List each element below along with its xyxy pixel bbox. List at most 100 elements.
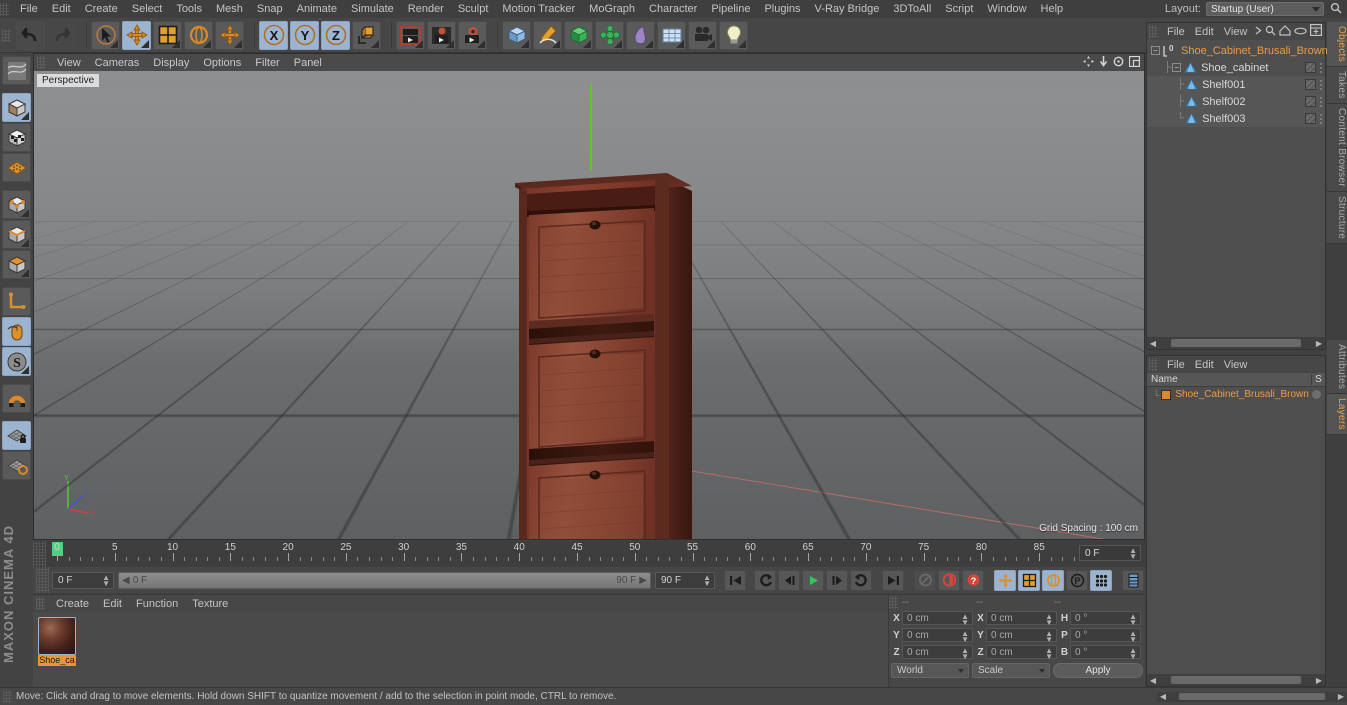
- menu-select[interactable]: Select: [125, 0, 170, 18]
- layer-row[interactable]: └ Shoe_Cabinet_Brusali_Brown: [1147, 387, 1325, 402]
- layer-manager-body[interactable]: └ Shoe_Cabinet_Brusali_Brown: [1147, 387, 1325, 674]
- visibility-dots-icon[interactable]: [1319, 79, 1323, 90]
- workplane-lock-button[interactable]: [2, 421, 31, 450]
- coord-input-size-z[interactable]: 0 cm ▲ ▼: [986, 645, 1057, 659]
- coord-input-size-x[interactable]: 0 cm ▲ ▼: [986, 611, 1057, 625]
- layer-manager-hscrollbar[interactable]: ◀ ▶: [1147, 674, 1325, 686]
- record-scale-button[interactable]: [1018, 570, 1040, 591]
- rotate-tool[interactable]: [184, 21, 213, 50]
- step-back-button[interactable]: [778, 570, 800, 591]
- magnet-snap-button[interactable]: [2, 384, 31, 413]
- more-icon[interactable]: [1255, 26, 1262, 38]
- add-deformer-button[interactable]: [595, 21, 624, 50]
- play-button[interactable]: [802, 570, 824, 591]
- pan-icon[interactable]: [1083, 56, 1094, 70]
- go-to-end-button[interactable]: [882, 570, 904, 591]
- layer-menu-edit[interactable]: Edit: [1190, 356, 1219, 374]
- next-keyframe-button[interactable]: [850, 570, 872, 591]
- stepper-icon[interactable]: ▲ ▼: [1045, 631, 1053, 643]
- layer-color-swatch[interactable]: [1161, 390, 1171, 400]
- edge-mode-button[interactable]: [2, 220, 31, 249]
- zoom-icon[interactable]: [1099, 56, 1108, 70]
- coordinate-system-dropdown[interactable]: World: [891, 663, 969, 678]
- stepper-icon[interactable]: ▲ ▼: [703, 575, 711, 587]
- vtab-takes[interactable]: Takes: [1327, 67, 1347, 104]
- start-frame-field[interactable]: 0 F ▲ ▼: [52, 572, 114, 589]
- layer-manager-gripper[interactable]: [1149, 358, 1158, 371]
- material-menu-texture[interactable]: Texture: [185, 595, 235, 613]
- point-mode-button[interactable]: [2, 190, 31, 219]
- timeline-current-frame-field[interactable]: 0 F ▲ ▼: [1079, 545, 1141, 561]
- add-floor-button[interactable]: [657, 21, 686, 50]
- empty-tag-icon[interactable]: [1305, 79, 1316, 90]
- material-menu-edit[interactable]: Edit: [96, 595, 129, 613]
- scroll-right-icon[interactable]: ▶: [1313, 339, 1325, 348]
- apply-button[interactable]: Apply: [1053, 663, 1143, 678]
- timeline-ruler[interactable]: 051015202530354045505560657075808590: [46, 541, 1076, 567]
- stepper-icon[interactable]: ▲ ▼: [1045, 648, 1053, 660]
- axis-modification-tool[interactable]: [2, 287, 31, 316]
- object-tree-row[interactable]: ├ Shelf002: [1147, 93, 1325, 110]
- vtab-attributes[interactable]: Attributes: [1327, 340, 1347, 394]
- scroll-left-icon[interactable]: ◀: [1147, 676, 1159, 685]
- scrollbar-thumb[interactable]: [1171, 339, 1301, 347]
- record-active-objects-button[interactable]: [914, 570, 936, 591]
- viewport-menu-filter[interactable]: Filter: [248, 54, 286, 72]
- viewport-menu-cameras[interactable]: Cameras: [88, 54, 147, 72]
- redo-button[interactable]: [47, 21, 76, 50]
- stepper-icon[interactable]: ▲ ▼: [961, 648, 969, 660]
- polygon-mode-button[interactable]: [2, 250, 31, 279]
- object-menu-view[interactable]: View: [1219, 23, 1253, 41]
- menubar-gripper[interactable]: [0, 3, 9, 16]
- scroll-left-icon[interactable]: ◀: [1147, 339, 1159, 348]
- object-tree-row[interactable]: └ Shelf003: [1147, 110, 1325, 127]
- status-gripper[interactable]: [3, 690, 12, 703]
- visibility-dots-icon[interactable]: [1319, 96, 1323, 107]
- record-pla-button[interactable]: P: [1066, 570, 1088, 591]
- tree-expander-toggle[interactable]: −: [1151, 46, 1160, 55]
- empty-tag-icon[interactable]: [1305, 62, 1316, 73]
- coord-input-size-y[interactable]: 0 cm ▲ ▼: [986, 628, 1057, 642]
- transport-gripper[interactable]: [36, 567, 49, 593]
- timeline-toggle-button[interactable]: [1122, 570, 1144, 591]
- menu-sculpt[interactable]: Sculpt: [451, 0, 496, 18]
- object-tree-row[interactable]: ├ Shelf001: [1147, 76, 1325, 93]
- menu-motion-tracker[interactable]: Motion Tracker: [495, 0, 582, 18]
- scrollbar-thumb[interactable]: [1179, 693, 1325, 700]
- menu-3dtoall[interactable]: 3DToAll: [886, 0, 938, 18]
- record-parameter-button[interactable]: [1090, 570, 1112, 591]
- viewport-menu-view[interactable]: View: [50, 54, 88, 72]
- menu-mograph[interactable]: MoGraph: [582, 0, 642, 18]
- lock-x-axis[interactable]: X: [259, 21, 288, 50]
- lock-y-axis[interactable]: Y: [290, 21, 319, 50]
- stepper-icon[interactable]: ▲ ▼: [1129, 648, 1137, 660]
- enable-viewport-tool[interactable]: [2, 317, 31, 346]
- stepper-icon[interactable]: ▲ ▼: [961, 631, 969, 643]
- autokeying-button[interactable]: [938, 570, 960, 591]
- menu-animate[interactable]: Animate: [290, 0, 344, 18]
- menu-script[interactable]: Script: [938, 0, 980, 18]
- layer-menu-view[interactable]: View: [1219, 356, 1253, 374]
- object-manager-gripper[interactable]: [1149, 25, 1158, 38]
- object-menu-edit[interactable]: Edit: [1190, 23, 1219, 41]
- coord-input-position-x[interactable]: 0 cm ▲ ▼: [902, 611, 973, 625]
- end-frame-field[interactable]: 90 F ▲ ▼: [655, 572, 715, 589]
- live-selection-tool[interactable]: [91, 21, 120, 50]
- world-object-axis-button[interactable]: [352, 21, 381, 50]
- material-manager-body[interactable]: Shoe_ca: [33, 612, 888, 687]
- rotate-view-icon[interactable]: [1113, 56, 1124, 70]
- menu-simulate[interactable]: Simulate: [344, 0, 401, 18]
- search-icon[interactable]: [1265, 25, 1276, 39]
- object-tree-row[interactable]: ├ − Shoe_cabinet: [1147, 59, 1325, 76]
- link-icon[interactable]: [1294, 26, 1307, 38]
- add-cube-button[interactable]: [502, 21, 531, 50]
- empty-tag-icon[interactable]: [1305, 96, 1316, 107]
- timeline-gripper[interactable]: [33, 541, 46, 567]
- keyframe-selection-button[interactable]: ?: [962, 570, 984, 591]
- layer-solo-toggle[interactable]: [1312, 390, 1321, 399]
- render-view-button[interactable]: [396, 21, 425, 50]
- soft-selection-tool[interactable]: S: [2, 347, 31, 376]
- menu-snap[interactable]: Snap: [250, 0, 290, 18]
- maximize-view-icon[interactable]: [1129, 56, 1140, 70]
- scale-tool[interactable]: [153, 21, 182, 50]
